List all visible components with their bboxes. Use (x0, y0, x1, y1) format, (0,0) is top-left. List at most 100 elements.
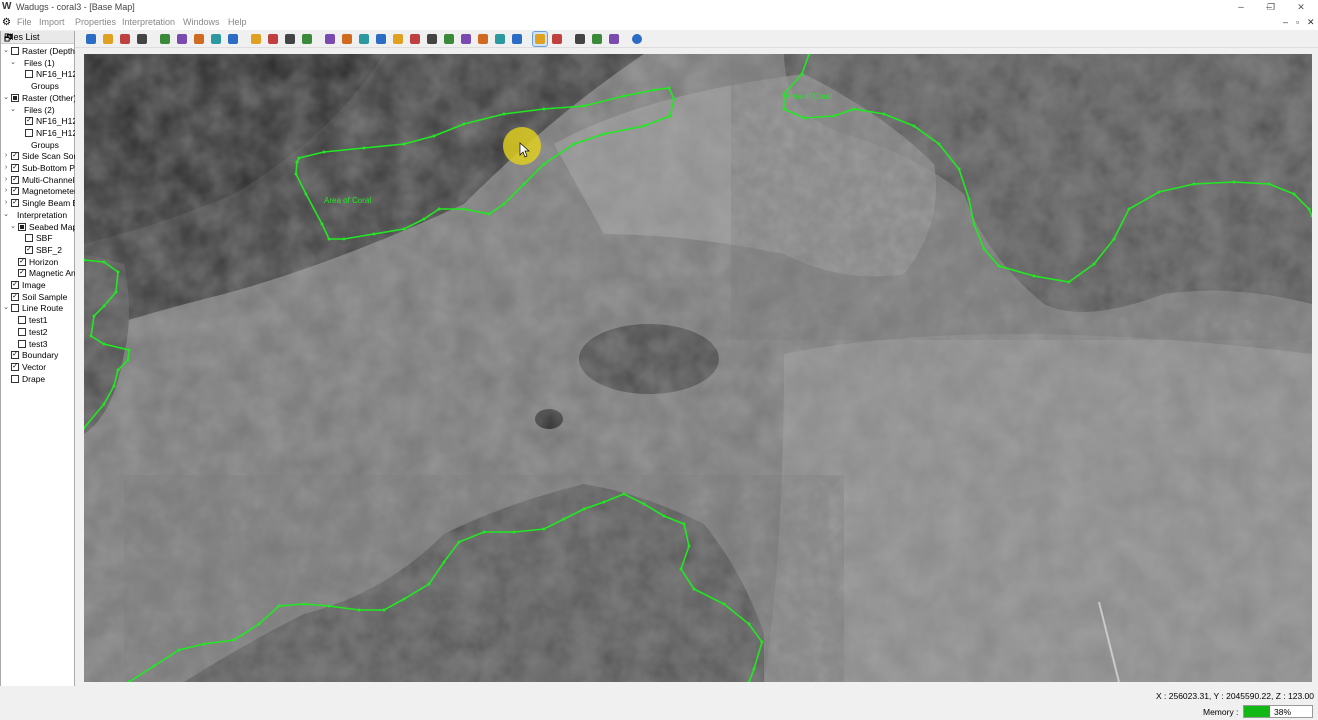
tree-checkbox[interactable]: ✓ (11, 152, 19, 161)
menu-help[interactable]: Help (228, 17, 247, 27)
boundary-vertex[interactable] (482, 530, 486, 534)
mdi-minimize-button[interactable]: – (1283, 17, 1288, 27)
boundary-vertex[interactable] (687, 544, 691, 548)
boundary-vertex[interactable] (502, 112, 506, 116)
tree-checkbox[interactable] (11, 47, 19, 55)
boundary-vertex[interactable] (432, 134, 436, 138)
boundary-vertex[interactable] (602, 132, 606, 136)
boundary-vertex[interactable] (304, 192, 308, 196)
base-map-canvas[interactable]: Area of Coral Area of Coral (84, 54, 1312, 682)
boundary-vertex[interactable] (582, 104, 586, 108)
refresh-tool-button[interactable] (209, 32, 223, 46)
tree-checkbox[interactable]: ✓ (11, 281, 19, 289)
pencil-tool-button[interactable] (493, 32, 507, 46)
tree-checkbox[interactable]: ✓ (25, 245, 33, 254)
boundary-vertex[interactable] (957, 167, 961, 171)
boundary-vertex[interactable] (1292, 192, 1296, 196)
boundary-vertex[interactable] (542, 107, 546, 111)
menu-import[interactable]: Import (39, 17, 65, 27)
boundary-vertex[interactable] (116, 270, 120, 274)
boundary-vertex[interactable] (277, 604, 281, 608)
boundary-vertex[interactable] (982, 247, 986, 251)
boundary-vertex[interactable] (382, 608, 386, 612)
boundary-vertex[interactable] (89, 334, 93, 338)
boundary-vertex[interactable] (752, 667, 756, 671)
boundary-vertex[interactable] (427, 582, 431, 586)
tree-checkbox[interactable] (11, 374, 19, 383)
tree-checkbox[interactable] (11, 304, 19, 313)
collapse-arrow-icon[interactable]: › (2, 162, 10, 174)
boundary-vertex[interactable] (972, 222, 976, 226)
boundary-vertex[interactable] (402, 142, 406, 146)
expand-arrow-icon[interactable]: ⌄ (2, 209, 10, 221)
gear-icon[interactable]: ⚙ (2, 17, 13, 28)
tree-checkbox[interactable]: ✓ (11, 175, 19, 184)
boundary-vertex[interactable] (302, 602, 306, 606)
boundary-vertex[interactable] (295, 160, 299, 164)
boundary-vertex[interactable] (294, 172, 298, 176)
boundary-vertex[interactable] (1032, 274, 1036, 278)
tree-checkbox[interactable]: ✓ (18, 257, 26, 266)
boundary-vertex[interactable] (622, 492, 626, 496)
boundary-vertex[interactable] (177, 648, 181, 652)
target-tool-button[interactable] (374, 32, 388, 46)
collapse-arrow-icon[interactable]: › (2, 150, 10, 162)
boundary-vertex[interactable] (152, 664, 156, 668)
boundary-vertex[interactable] (1067, 280, 1071, 284)
boundary-vertex[interactable] (937, 142, 941, 146)
boundary-vertex[interactable] (832, 114, 836, 118)
color-wheel-tool-button[interactable] (101, 32, 115, 46)
boundary-vertex[interactable] (997, 264, 1001, 268)
boundary-vertex[interactable] (800, 72, 804, 76)
boundary-vertex[interactable] (882, 112, 886, 116)
boundary-vertex[interactable] (1112, 237, 1116, 241)
boundary-vertex[interactable] (852, 107, 856, 111)
boundary-vertex[interactable] (1092, 262, 1096, 266)
measure-tool-button[interactable] (300, 32, 314, 46)
boundary-vertex[interactable] (622, 94, 626, 98)
tree-checkbox[interactable] (18, 339, 26, 348)
minimize-button[interactable]: – (1226, 0, 1256, 15)
collapse-arrow-icon[interactable]: › (2, 185, 10, 197)
boundary-vertex[interactable] (102, 342, 106, 346)
boundary-vertex[interactable] (487, 212, 491, 216)
expand-arrow-icon[interactable]: ⌄ (9, 57, 17, 69)
restore-button[interactable]: ❐ (1256, 0, 1286, 15)
boundary-vertex[interactable] (442, 560, 446, 564)
boundary-vertex[interactable] (112, 384, 116, 388)
mdi-close-button[interactable]: ✕ (1307, 17, 1315, 28)
boundary-vertex[interactable] (747, 622, 751, 626)
boundary-vertex[interactable] (522, 182, 526, 186)
menu-properties[interactable]: Properties (75, 17, 116, 27)
boundary-vertex[interactable] (562, 517, 566, 521)
contour-tool-button[interactable] (476, 32, 490, 46)
tree-checkbox[interactable]: ✓ (11, 292, 19, 301)
boundary-vertex[interactable] (402, 597, 406, 601)
boundary-vertex[interactable] (542, 162, 546, 166)
tree-checkbox[interactable] (11, 93, 19, 102)
boundary-vertex[interactable] (126, 358, 130, 362)
boundary-vertex[interactable] (662, 514, 666, 518)
expand-arrow-icon[interactable]: ⌄ (9, 104, 17, 116)
boundary-vertex[interactable] (462, 122, 466, 126)
boundary-vertex[interactable] (602, 500, 606, 504)
boundary-vertex[interactable] (967, 197, 971, 201)
stack2-tool-button[interactable] (590, 32, 604, 46)
tree-checkbox[interactable]: ✓ (25, 117, 33, 126)
pattern-tool-button[interactable] (323, 32, 337, 46)
boundary-vertex[interactable] (232, 638, 236, 642)
boundary-vertex[interactable] (202, 642, 206, 646)
tree-checkbox[interactable] (25, 234, 33, 243)
cloud-tool-button[interactable] (459, 32, 473, 46)
boundary-vertex[interactable] (1192, 182, 1196, 186)
bulb-tool-button[interactable] (283, 32, 297, 46)
cut-tool-button[interactable] (510, 32, 524, 46)
boundary-vertex[interactable] (682, 522, 686, 526)
zoom-tool-button[interactable] (158, 32, 172, 46)
tree-checkbox[interactable] (25, 70, 33, 79)
boundary-vertex[interactable] (667, 86, 671, 90)
tree-checkbox[interactable]: ✓ (11, 199, 19, 208)
expand-arrow-icon[interactable]: ⌄ (9, 221, 17, 233)
collapse-arrow-icon[interactable]: › (2, 197, 10, 209)
boundary-vertex[interactable] (652, 88, 656, 92)
